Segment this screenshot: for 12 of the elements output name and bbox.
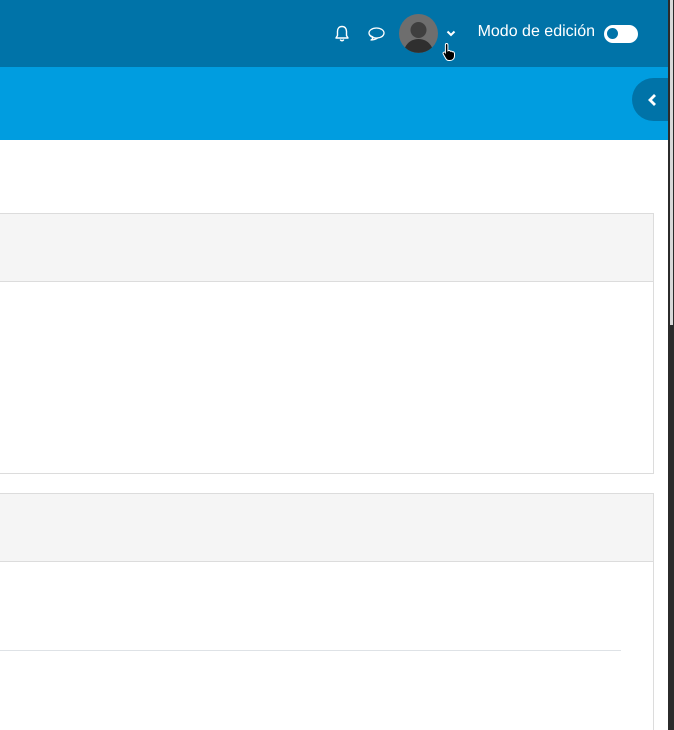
chevron-left-icon [648,92,656,106]
scrollbar[interactable] [668,0,674,730]
hand-cursor-icon [442,42,458,62]
speech-bubble-icon [366,26,386,42]
edit-mode-label: Modo de edición [478,23,595,41]
bell-icon [334,24,350,42]
toggle-switch[interactable] [604,25,638,43]
scrollbar-thumb[interactable] [670,0,673,325]
drawer-toggle-button[interactable] [632,78,668,121]
edit-mode-switch[interactable]: Modo de edición [478,21,638,43]
avatar-icon [398,14,438,52]
chevron-icon [446,30,456,36]
